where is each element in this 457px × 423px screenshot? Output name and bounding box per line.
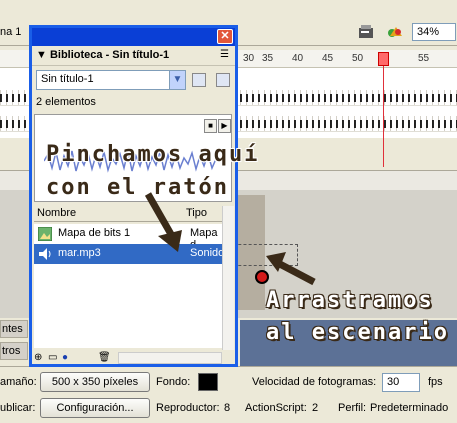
bitmap-icon xyxy=(38,227,52,241)
document-size-button[interactable]: 500 x 350 píxeles xyxy=(40,372,150,392)
preview-controls: ■ ▶ xyxy=(204,119,232,133)
item-count: 2 elementos xyxy=(36,96,96,108)
background-label: Fondo: xyxy=(156,376,191,388)
library-header[interactable]: ▼ Biblioteca - Sin título-1 xyxy=(32,46,235,66)
panel-tab-componentes[interactable]: ntes xyxy=(0,320,28,338)
scene-label: na 1 xyxy=(0,26,22,38)
new-library-panel-icon[interactable] xyxy=(216,73,230,87)
actionscript-label: ActionScript: xyxy=(245,402,307,414)
zoom-field[interactable]: 34% xyxy=(412,23,456,41)
item-name: mar.mp3 xyxy=(58,247,101,259)
column-headers: Nombre Tipo xyxy=(34,206,232,222)
horizontal-scrollbar[interactable] xyxy=(118,352,222,364)
collapse-triangle-icon[interactable]: ▼ xyxy=(36,49,47,61)
sound-icon xyxy=(39,248,51,260)
library-title: Biblioteca - Sin título-1 xyxy=(49,49,170,61)
stop-icon[interactable]: ■ xyxy=(204,119,217,133)
player-version: 8 xyxy=(224,402,231,414)
item-name: Mapa de bits 1 xyxy=(58,227,131,239)
fps-unit: fps xyxy=(428,376,443,388)
properties-icon[interactable]: ● xyxy=(62,352,68,363)
new-symbol-icon[interactable]: ⊕ xyxy=(34,352,42,363)
size-label: amaño: xyxy=(0,376,37,388)
annotation-line1: Pinchamos aquí xyxy=(46,142,260,167)
publish-settings-button[interactable]: Configuración... xyxy=(40,398,150,418)
profile-label: Perfil: xyxy=(338,402,367,414)
pin-library-icon[interactable] xyxy=(192,73,206,87)
fps-label: Velocidad de fotogramas: xyxy=(252,376,377,388)
library-toolbar: ⊕ ▭ ● 🗑 xyxy=(34,352,114,366)
ruler-tick: 45 xyxy=(322,53,334,64)
library-item[interactable]: Mapa de bits 1 Mapa d xyxy=(34,224,222,251)
library-titlebar[interactable] xyxy=(32,28,235,46)
publish-label: ublicar: xyxy=(0,402,36,414)
new-folder-icon[interactable]: ▭ xyxy=(48,352,57,363)
arrow-left-icon xyxy=(266,252,316,286)
panel-tab-otros[interactable]: tros xyxy=(0,342,28,360)
fps-input[interactable]: 30 xyxy=(382,373,420,392)
column-name[interactable]: Nombre xyxy=(37,207,76,219)
play-icon[interactable]: ▶ xyxy=(218,119,231,133)
ruler-tick: 35 xyxy=(262,53,274,64)
chevron-down-icon[interactable]: ▼ xyxy=(169,71,185,89)
edit-scene-icon[interactable] xyxy=(358,24,376,40)
ruler-tick: 40 xyxy=(292,53,304,64)
library-item-selected[interactable]: mar.mp3 Sonido xyxy=(34,244,225,264)
panel-menu-icon[interactable]: ☰ xyxy=(220,49,232,61)
ruler-tick: 30 xyxy=(243,53,255,64)
player-label: Reproductor: xyxy=(156,402,220,414)
vertical-scrollbar[interactable] xyxy=(222,206,234,350)
ruler-tick: 50 xyxy=(352,53,364,64)
annotation-line3: Arrastramos xyxy=(266,288,434,313)
ruler-tick: 55 xyxy=(418,53,430,64)
actionscript-version: 2 xyxy=(312,402,319,414)
library-document-select[interactable]: Sin título-1 xyxy=(36,70,186,90)
trash-icon[interactable]: 🗑 xyxy=(98,352,111,363)
profile-value: Predeterminado xyxy=(370,402,449,414)
background-color-swatch[interactable] xyxy=(198,373,218,391)
library-list-empty[interactable] xyxy=(34,264,222,348)
close-icon[interactable]: ✕ xyxy=(217,29,233,44)
annotation-line4: al escenario xyxy=(266,320,449,345)
item-type: Sonido xyxy=(190,247,225,259)
annotation-line2: con el ratón xyxy=(46,175,229,200)
edit-symbol-icon[interactable] xyxy=(386,24,404,40)
playhead-line xyxy=(383,52,384,167)
playhead-handle[interactable] xyxy=(378,52,389,66)
